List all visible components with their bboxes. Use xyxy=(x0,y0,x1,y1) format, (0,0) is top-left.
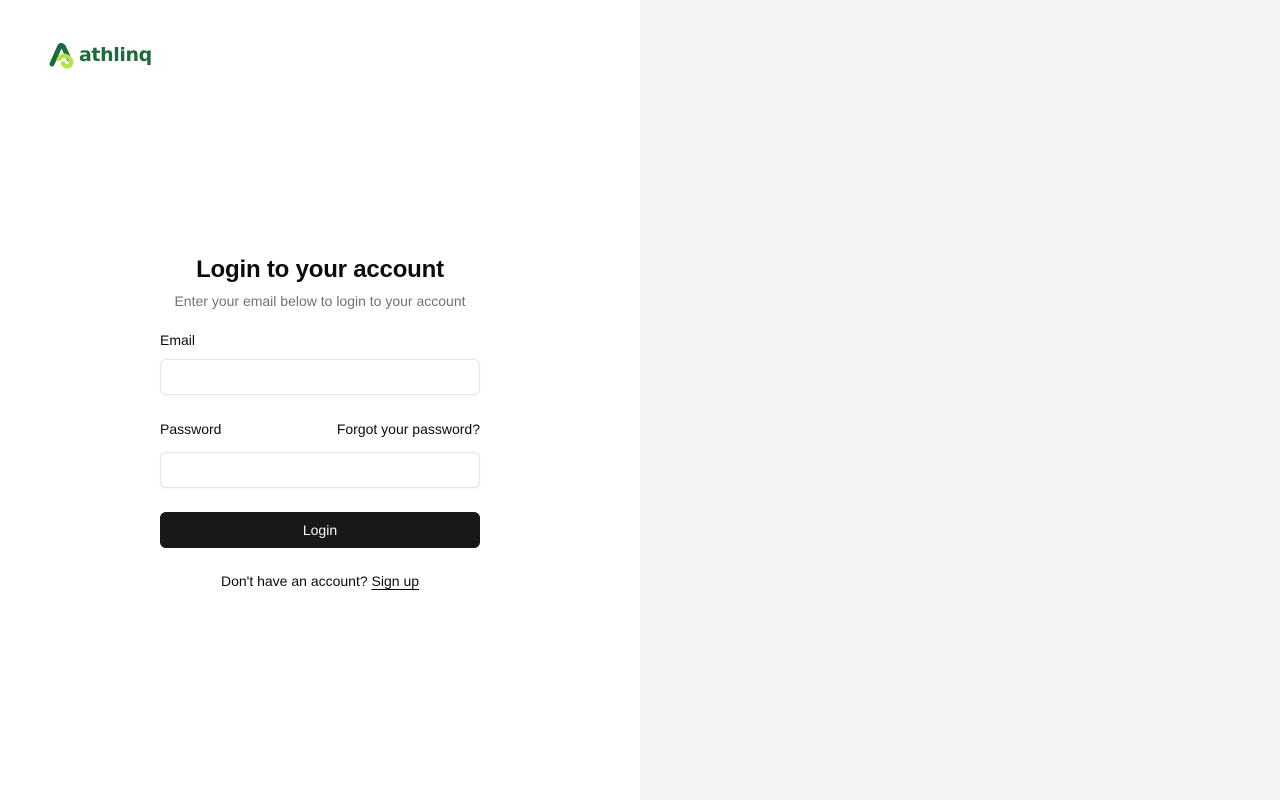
password-label-row: Password Forgot your password? xyxy=(160,419,480,439)
forgot-password-link[interactable]: Forgot your password? xyxy=(337,419,480,439)
brand-logo-link[interactable]: athlinq xyxy=(48,41,152,69)
page-subtitle: Enter your email below to login to your … xyxy=(174,293,466,309)
password-field[interactable] xyxy=(160,452,480,488)
athlinq-logo-icon xyxy=(49,43,74,69)
page-title: Login to your account xyxy=(196,256,444,283)
login-panel: athlinq Login to your account Enter your… xyxy=(0,0,640,800)
login-button[interactable]: Login xyxy=(160,512,480,548)
password-label: Password xyxy=(160,421,222,437)
email-field[interactable] xyxy=(160,359,480,395)
login-page: athlinq Login to your account Enter your… xyxy=(0,0,1280,800)
login-form: Login to your account Enter your email b… xyxy=(160,254,480,591)
email-label: Email xyxy=(160,332,196,348)
signup-prompt: Don't have an account? xyxy=(220,573,368,589)
hero-panel xyxy=(640,0,1280,800)
brand-name: athlinq xyxy=(79,44,152,66)
signup-link[interactable]: Sign up xyxy=(372,573,419,589)
signup-row: Don't have an account? Sign up xyxy=(160,571,480,591)
